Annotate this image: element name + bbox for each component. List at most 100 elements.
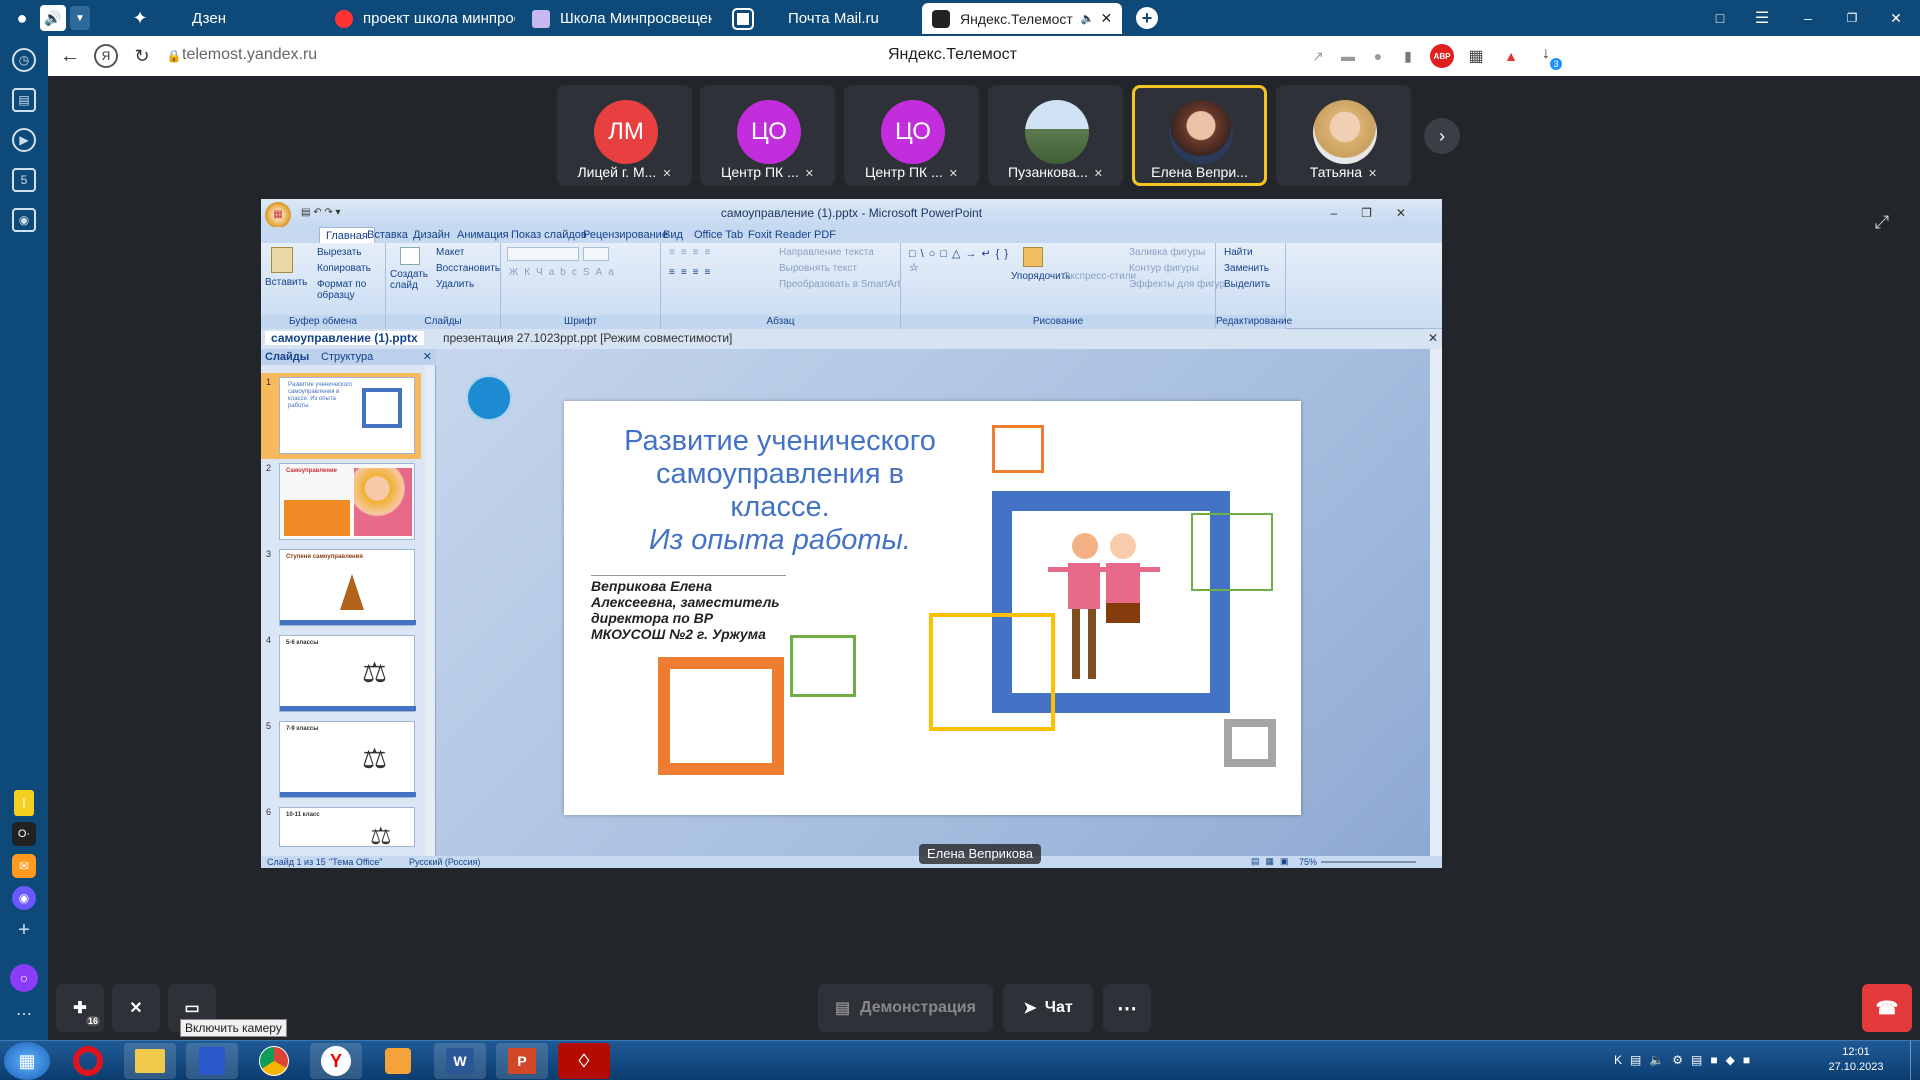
url-text[interactable]: telemost.yandex.ru: [182, 46, 317, 64]
bookmark-icon[interactable]: ▮: [1398, 46, 1418, 66]
ribbon-tab-view[interactable]: Вид: [663, 229, 683, 241]
zen-sparkle-icon[interactable]: ✦: [130, 8, 150, 28]
explorer-app[interactable]: [124, 1043, 176, 1079]
tab-dzen[interactable]: Дзен: [160, 3, 320, 34]
slide-thumbnail[interactable]: Ступени самоуправления: [279, 549, 416, 626]
end-call-button[interactable]: ☎: [1862, 984, 1912, 1032]
share-icon[interactable]: ↗: [1308, 46, 1328, 66]
participant-tile[interactable]: ЦО Центр ПК ... ✕: [700, 85, 835, 186]
menu-icon[interactable]: ☰: [1752, 8, 1772, 28]
play-icon[interactable]: ▶: [12, 128, 36, 152]
replace-button[interactable]: Заменить: [1224, 263, 1269, 274]
opera-app[interactable]: [62, 1043, 114, 1079]
close-icon[interactable]: ✕: [1428, 331, 1438, 345]
ribbon-tab-animation[interactable]: Анимация: [457, 229, 509, 241]
tab-mail[interactable]: Почта Mail.ru: [724, 3, 914, 34]
powerpoint-app[interactable]: P: [496, 1043, 548, 1079]
mute-button[interactable]: ✕: [112, 984, 160, 1032]
close-window-icon[interactable]: ✕: [1884, 8, 1908, 28]
participant-tile[interactable]: Пузанкова... ✕: [988, 85, 1123, 186]
yandex-browser-app[interactable]: Y: [310, 1043, 362, 1079]
ribbon-tab-foxit[interactable]: Foxit Reader PDF: [748, 229, 836, 241]
office-button-icon[interactable]: ▦: [265, 202, 291, 228]
tab-outline[interactable]: Структура: [321, 351, 373, 363]
tray-icons[interactable]: K▤🔈⚙▤■◆■: [1614, 1053, 1758, 1067]
counter-icon[interactable]: 5: [12, 168, 36, 192]
more-button[interactable]: ⋯: [1103, 984, 1151, 1032]
ribbon-tab-review[interactable]: Рецензирование: [583, 229, 668, 241]
participants-button[interactable]: ✚ 16: [56, 984, 104, 1032]
format-painter-button[interactable]: Формат по образцу: [317, 279, 385, 301]
slide-thumbnail[interactable]: 10-11 класс ⚖: [279, 807, 415, 850]
back-icon[interactable]: ←: [58, 44, 82, 68]
ppt-window-controls[interactable]: –❐✕: [1331, 199, 1431, 227]
yandex-home-icon[interactable]: Я: [94, 44, 118, 68]
ribbon-tab-officetab[interactable]: Office Tab: [694, 229, 743, 241]
find-button[interactable]: Найти: [1224, 247, 1253, 258]
layout-button[interactable]: Макет: [436, 247, 464, 258]
ribbon-tab-slideshow[interactable]: Показ слайдов: [511, 229, 587, 241]
participant-tile-speaking[interactable]: Елена Вепри...: [1132, 85, 1267, 186]
acrobat-app[interactable]: ♢: [558, 1043, 610, 1079]
downloads-button[interactable]: ↓ 3: [1536, 44, 1562, 70]
show-desktop[interactable]: [1910, 1041, 1920, 1080]
quick-access-icons[interactable]: ▤ ↶ ↷ ▾: [301, 199, 341, 227]
security-icon[interactable]: ▲: [1500, 46, 1522, 66]
font-size-select[interactable]: [583, 247, 609, 261]
zoom-slider[interactable]: [1321, 861, 1416, 863]
list-buttons[interactable]: ≡≡≡≡: [669, 247, 716, 258]
shape-effects-button[interactable]: Эффекты для фигур: [1129, 279, 1225, 290]
new-tab-button[interactable]: +: [1136, 7, 1158, 29]
profile-icon[interactable]: ●: [12, 8, 32, 28]
editor-scrollbar[interactable]: [1430, 349, 1442, 856]
history-icon[interactable]: ◷: [12, 48, 36, 72]
reset-button[interactable]: Восстановить: [436, 263, 500, 274]
cut-button[interactable]: Вырезать: [317, 247, 361, 258]
alice-icon[interactable]: ○: [10, 964, 38, 992]
restore-icon[interactable]: ❐: [1840, 8, 1864, 28]
slide-thumbnail[interactable]: 7-9 классы ⚖: [279, 721, 416, 798]
view-buttons[interactable]: ▤▦▣: [1251, 856, 1295, 867]
screenshot-icon[interactable]: ◉: [12, 208, 36, 232]
copy-button[interactable]: Копировать: [317, 263, 371, 274]
shapes-gallery[interactable]: □\○□△→↵{}☆: [909, 247, 1009, 275]
chat-button[interactable]: ➤ Чат: [1003, 984, 1093, 1032]
fullscreen-icon[interactable]: ⤢: [1868, 208, 1896, 236]
chrome-app[interactable]: [248, 1043, 300, 1079]
sound-tab-button[interactable]: 🔊: [40, 5, 66, 31]
presentation-icon[interactable]: [466, 375, 512, 421]
screen-share-button[interactable]: ▤ Демонстрация: [818, 984, 993, 1032]
participant-tile[interactable]: Татьяна ✕: [1276, 85, 1411, 186]
clock[interactable]: 12:01 27.10.2023: [1828, 1045, 1884, 1075]
disk-app[interactable]: [186, 1043, 238, 1079]
reload-icon[interactable]: ↻: [130, 44, 154, 68]
font-family-select[interactable]: [507, 247, 579, 261]
select-button[interactable]: Выделить: [1224, 279, 1270, 290]
tab-telemost[interactable]: Яндекс.Телемост 🔈 ✕: [922, 3, 1122, 34]
close-icon[interactable]: ✕: [423, 350, 432, 363]
minimize-icon[interactable]: –: [1796, 8, 1820, 28]
doc-tab[interactable]: презентация 27.1023ppt.ppt [Режим совмес…: [443, 331, 732, 345]
paste-button[interactable]: Вставить: [265, 277, 307, 288]
bookmarks-icon[interactable]: □: [1710, 8, 1730, 28]
notes-icon[interactable]: ▤: [12, 88, 36, 112]
smartart-button[interactable]: Преобразовать в SmartArt: [779, 279, 900, 290]
word-app[interactable]: W: [434, 1043, 486, 1079]
microphone-icon[interactable]: ●: [1368, 46, 1388, 66]
quick-styles-button[interactable]: Экспресс-стили: [1063, 271, 1136, 282]
tab-school[interactable]: Школа Минпросвещения: [522, 3, 712, 34]
paste-icon[interactable]: [271, 247, 293, 273]
messenger-app-icon[interactable]: ◉: [12, 886, 36, 910]
mail-app-icon[interactable]: ✉: [12, 854, 36, 878]
delete-button[interactable]: Удалить: [436, 279, 474, 290]
participant-tile[interactable]: ЦО Центр ПК ... ✕: [844, 85, 979, 186]
yellow-app-icon[interactable]: !: [14, 790, 34, 816]
more-icon[interactable]: ⋯: [12, 1004, 36, 1024]
telemost-app-icon[interactable]: O·: [12, 822, 36, 846]
adblock-icon[interactable]: ABP: [1430, 44, 1454, 68]
media-app[interactable]: [372, 1043, 424, 1079]
chevron-down-icon[interactable]: ▼: [70, 6, 90, 30]
participant-tile[interactable]: ЛМ Лицей г. М... ✕: [557, 85, 692, 186]
shape-fill-button[interactable]: Заливка фигуры: [1129, 247, 1205, 258]
arrange-icon[interactable]: [1023, 247, 1043, 267]
